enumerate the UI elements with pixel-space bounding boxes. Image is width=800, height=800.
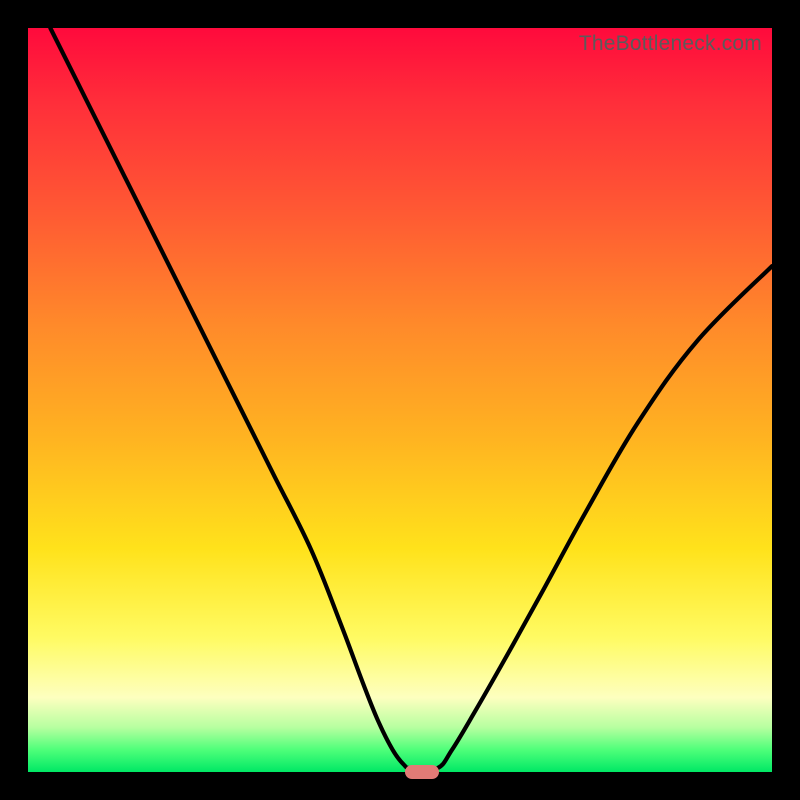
curve-path: [50, 28, 772, 770]
min-marker-pill: [405, 765, 439, 779]
chart-frame: TheBottleneck.com: [0, 0, 800, 800]
plot-area: TheBottleneck.com: [28, 28, 772, 772]
bottleneck-curve: [28, 28, 772, 772]
